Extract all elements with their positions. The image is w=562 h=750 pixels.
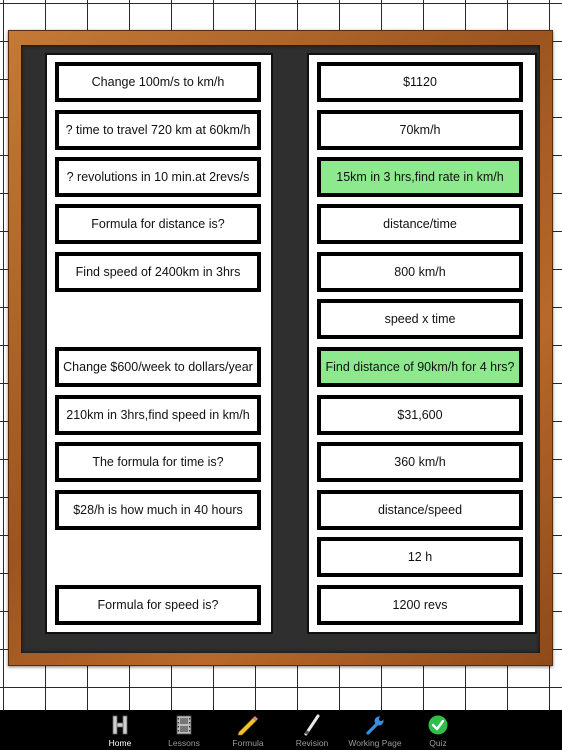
tab-label: Revision bbox=[295, 738, 329, 748]
answer-card[interactable]: $1120 bbox=[317, 62, 523, 102]
tab-label: Lessons bbox=[168, 738, 200, 748]
pencil-icon bbox=[236, 714, 260, 736]
bottom-tab-bar: Home Lessons Formula Revision Working Pa… bbox=[0, 710, 562, 750]
answer-card[interactable]: 1200 revs bbox=[317, 585, 523, 625]
question-card[interactable]: 210km in 3hrs,find speed in km/h bbox=[55, 395, 261, 435]
question-card[interactable]: Change 100m/s to km/h bbox=[55, 62, 261, 102]
question-card[interactable]: The formula for time is? bbox=[55, 442, 261, 482]
answer-card[interactable]: distance/speed bbox=[317, 490, 523, 530]
answer-card[interactable]: 12 h bbox=[317, 537, 523, 577]
tab-label: Working Page bbox=[348, 738, 402, 748]
question-card[interactable]: Formula for distance is? bbox=[55, 204, 261, 244]
answer-card[interactable]: distance/time bbox=[317, 204, 523, 244]
answer-card-highlighted[interactable]: 15km in 3 hrs,find rate in km/h bbox=[317, 157, 523, 197]
question-card[interactable]: $28/h is how much in 40 hours bbox=[55, 490, 261, 530]
tab-label: Formula bbox=[232, 738, 264, 748]
answer-card[interactable]: 800 km/h bbox=[317, 252, 523, 292]
checkmark-icon bbox=[427, 714, 449, 736]
tab-label: Home bbox=[108, 738, 132, 748]
answer-card[interactable]: speed x time bbox=[317, 299, 523, 339]
tab-label: Quiz bbox=[429, 738, 447, 748]
tab-working-page[interactable]: Working Page bbox=[344, 710, 406, 750]
tab-quiz[interactable]: Quiz bbox=[406, 710, 470, 750]
question-card[interactable]: Find speed of 2400km in 3hrs bbox=[55, 252, 261, 292]
question-column: Change 100m/s to km/h ? time to travel 7… bbox=[45, 53, 273, 634]
tab-formula[interactable]: Formula bbox=[216, 710, 280, 750]
wooden-frame: Change 100m/s to km/h ? time to travel 7… bbox=[8, 30, 553, 666]
answer-card-highlighted[interactable]: Find distance of 90km/h for 4 hrs? bbox=[317, 347, 523, 387]
question-card[interactable]: Formula for speed is? bbox=[55, 585, 261, 625]
answer-card[interactable]: 70km/h bbox=[317, 110, 523, 150]
answer-column: $1120 70km/h 15km in 3 hrs,find rate in … bbox=[307, 53, 537, 634]
question-card[interactable]: Change $600/week to dollars/year bbox=[55, 347, 261, 387]
answer-card[interactable]: $31,600 bbox=[317, 395, 523, 435]
wrench-icon bbox=[364, 714, 386, 736]
tab-home[interactable]: Home bbox=[88, 710, 152, 750]
question-card[interactable]: ? time to travel 720 km at 60km/h bbox=[55, 110, 261, 150]
chalkboard: Change 100m/s to km/h ? time to travel 7… bbox=[21, 45, 540, 653]
answer-card[interactable]: 360 km/h bbox=[317, 442, 523, 482]
pen-icon bbox=[302, 714, 322, 736]
tab-revision[interactable]: Revision bbox=[280, 710, 344, 750]
tab-lessons[interactable]: Lessons bbox=[152, 710, 216, 750]
home-icon bbox=[112, 714, 128, 736]
film-icon bbox=[176, 714, 192, 736]
question-card[interactable]: ? revolutions in 10 min.at 2revs/s bbox=[55, 157, 261, 197]
